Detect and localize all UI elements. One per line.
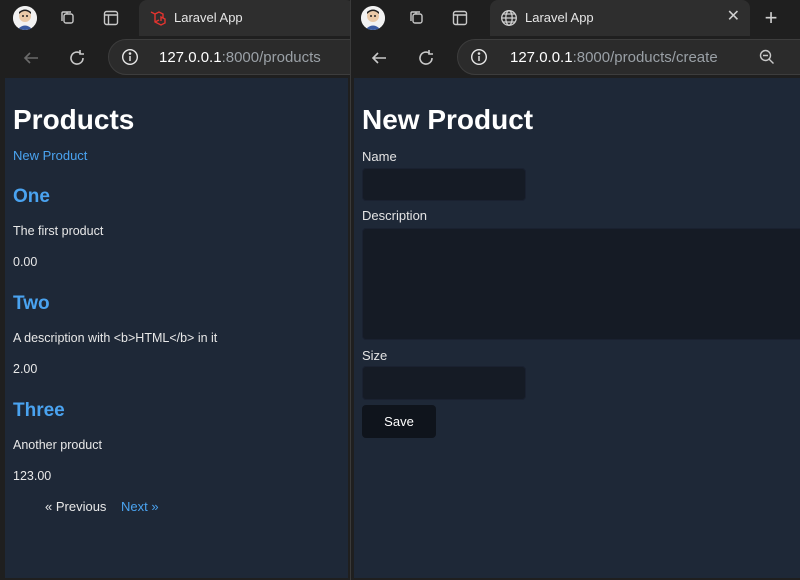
description-label: Description xyxy=(362,208,428,223)
globe-icon xyxy=(500,9,518,27)
workspaces-icon[interactable] xyxy=(56,6,80,30)
address-toolbar: 127.0.0.1:8000/products/create xyxy=(351,36,800,78)
save-button[interactable]: Save xyxy=(362,405,436,438)
workspaces-icon[interactable] xyxy=(405,6,429,30)
url-text: 127.0.0.1:8000/products xyxy=(159,49,321,66)
name-label: Name xyxy=(362,149,397,164)
size-label: Size xyxy=(362,348,388,363)
zoom-icon[interactable] xyxy=(758,48,776,66)
address-bar[interactable]: 127.0.0.1:8000/products xyxy=(108,39,350,75)
page-title: New Product xyxy=(362,104,534,135)
product-name[interactable]: Two xyxy=(13,293,50,315)
page-title: Products xyxy=(13,104,135,135)
vertical-tabs-icon[interactable] xyxy=(99,6,123,30)
profile-avatar-icon[interactable] xyxy=(361,6,385,30)
laravel-icon xyxy=(149,9,167,27)
product-price: 2.00 xyxy=(13,362,38,376)
tab-laravel-app[interactable]: Laravel App xyxy=(139,0,350,36)
tab-strip: Laravel App ✕ + xyxy=(351,0,800,36)
create-product-page: New Product Name Description Size Save xyxy=(354,78,800,578)
product-price: 0.00 xyxy=(13,255,38,269)
product-description: The first product xyxy=(13,224,104,238)
site-info-icon[interactable] xyxy=(121,48,139,66)
tab-title: Laravel App xyxy=(525,10,594,25)
profile-avatar-icon[interactable] xyxy=(13,6,37,30)
vertical-tabs-icon[interactable] xyxy=(448,6,472,30)
tab-strip: Laravel App xyxy=(0,0,350,36)
back-button[interactable] xyxy=(366,45,392,71)
product-name[interactable]: One xyxy=(13,186,50,208)
tab-close-icon[interactable]: ✕ xyxy=(727,8,740,26)
product-description: Another product xyxy=(13,438,102,452)
pagination-next-link[interactable]: Next » xyxy=(121,499,159,514)
address-toolbar: 127.0.0.1:8000/products xyxy=(0,36,350,78)
pagination-previous: « Previous xyxy=(45,499,107,514)
tab-laravel-app[interactable]: Laravel App ✕ xyxy=(490,0,750,36)
reload-button[interactable] xyxy=(413,45,439,71)
url-text: 127.0.0.1:8000/products/create xyxy=(510,49,718,66)
browser-window-create: Laravel App ✕ + 127.0.0.1:8000/products/… xyxy=(351,0,800,580)
browser-window-products: Laravel App 127.0.0.1:8000/products Prod… xyxy=(0,0,350,580)
address-bar[interactable]: 127.0.0.1:8000/products/create xyxy=(457,39,800,75)
description-textarea[interactable] xyxy=(362,228,800,340)
products-page: Products New Product One The first produ… xyxy=(5,78,348,578)
new-product-link[interactable]: New Product xyxy=(13,148,87,163)
product-name[interactable]: Three xyxy=(13,400,65,422)
product-price: 123.00 xyxy=(13,469,52,483)
tab-title: Laravel App xyxy=(174,10,243,25)
size-input[interactable] xyxy=(362,366,526,400)
product-description: A description with <b>HTML</b> in it xyxy=(13,331,218,345)
back-button[interactable] xyxy=(18,45,44,71)
reload-button[interactable] xyxy=(64,45,90,71)
name-input[interactable] xyxy=(362,168,526,201)
site-info-icon[interactable] xyxy=(470,48,488,66)
new-tab-button[interactable]: + xyxy=(759,6,783,30)
